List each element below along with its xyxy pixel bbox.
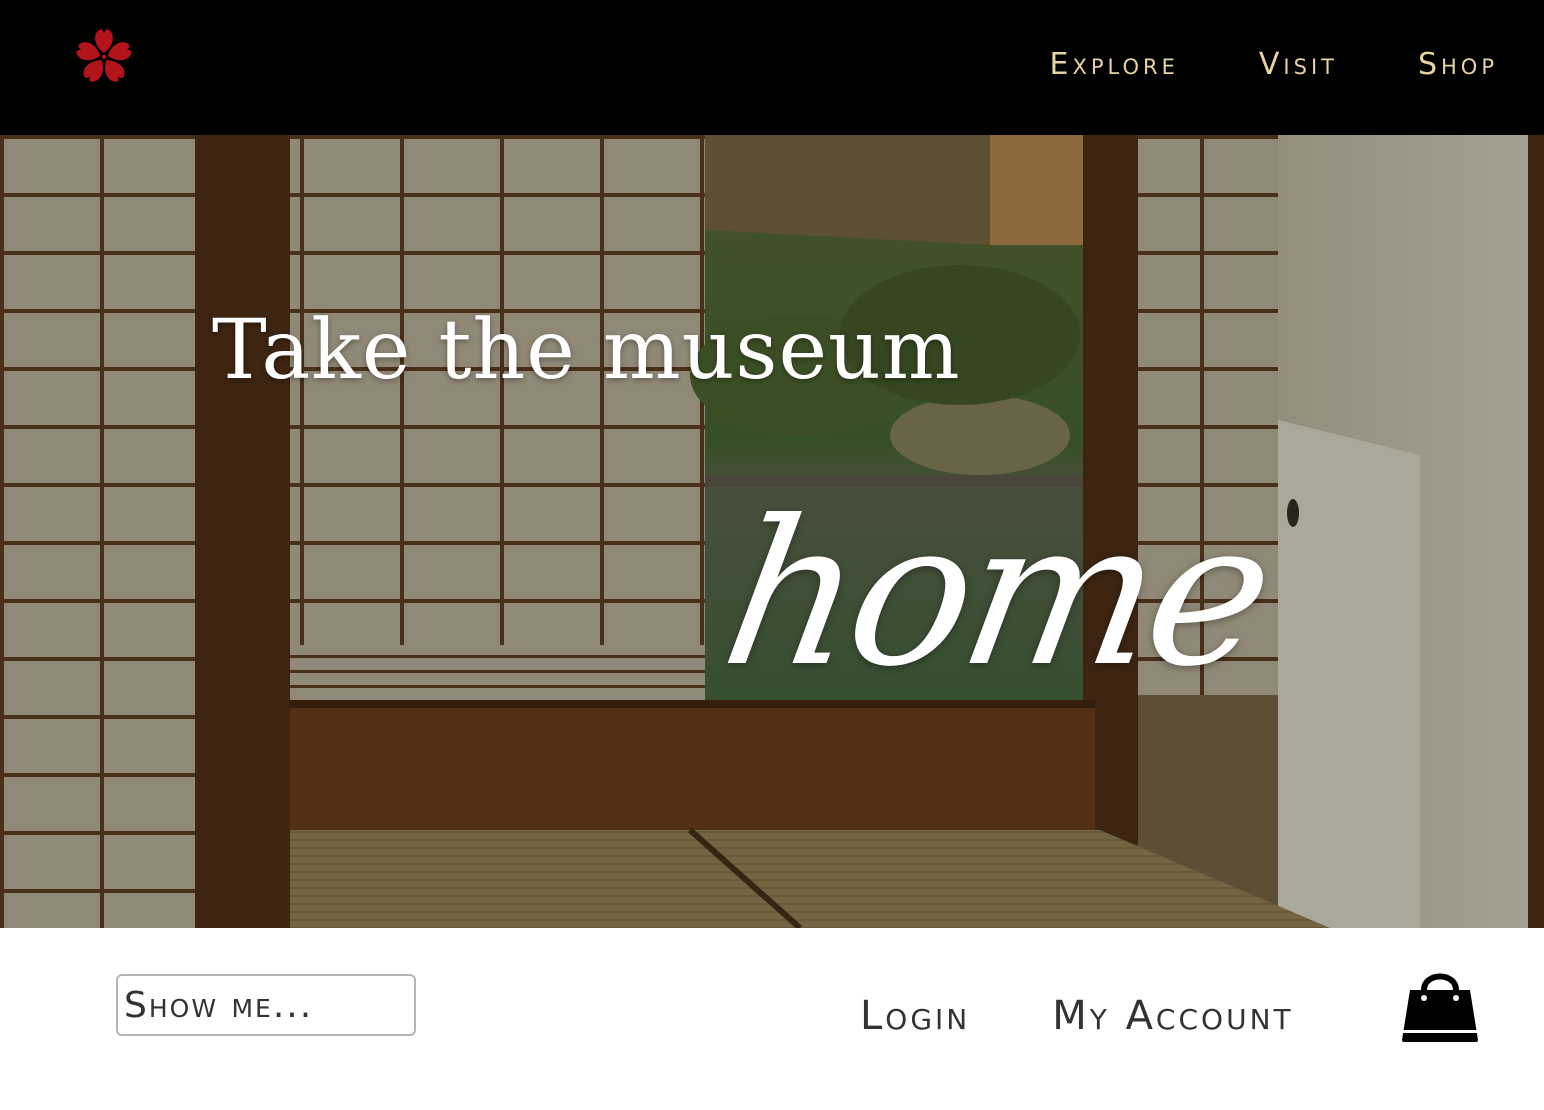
hero-script-word: home [709, 478, 1284, 711]
shopping-bag-icon[interactable] [1400, 964, 1480, 1044]
nav-item-shop[interactable]: Shop [1418, 40, 1498, 90]
my-account-link[interactable]: My Account [1052, 993, 1293, 1039]
hero-banner: Take the museum home [0, 135, 1544, 928]
login-link[interactable]: Login [860, 993, 970, 1039]
search-input[interactable] [116, 974, 416, 1036]
top-nav-bar: Explore Visit Shop [0, 0, 1544, 135]
main-nav: Explore Visit Shop [1050, 40, 1498, 90]
hero-headline: Take the museum [212, 303, 961, 398]
nav-item-visit[interactable]: Visit [1259, 40, 1338, 90]
cherry-blossom-icon[interactable] [74, 27, 134, 87]
bottom-bar: Login My Account [0, 928, 1544, 1110]
account-links: Login My Account [860, 986, 1294, 1046]
nav-item-explore[interactable]: Explore [1050, 40, 1179, 90]
